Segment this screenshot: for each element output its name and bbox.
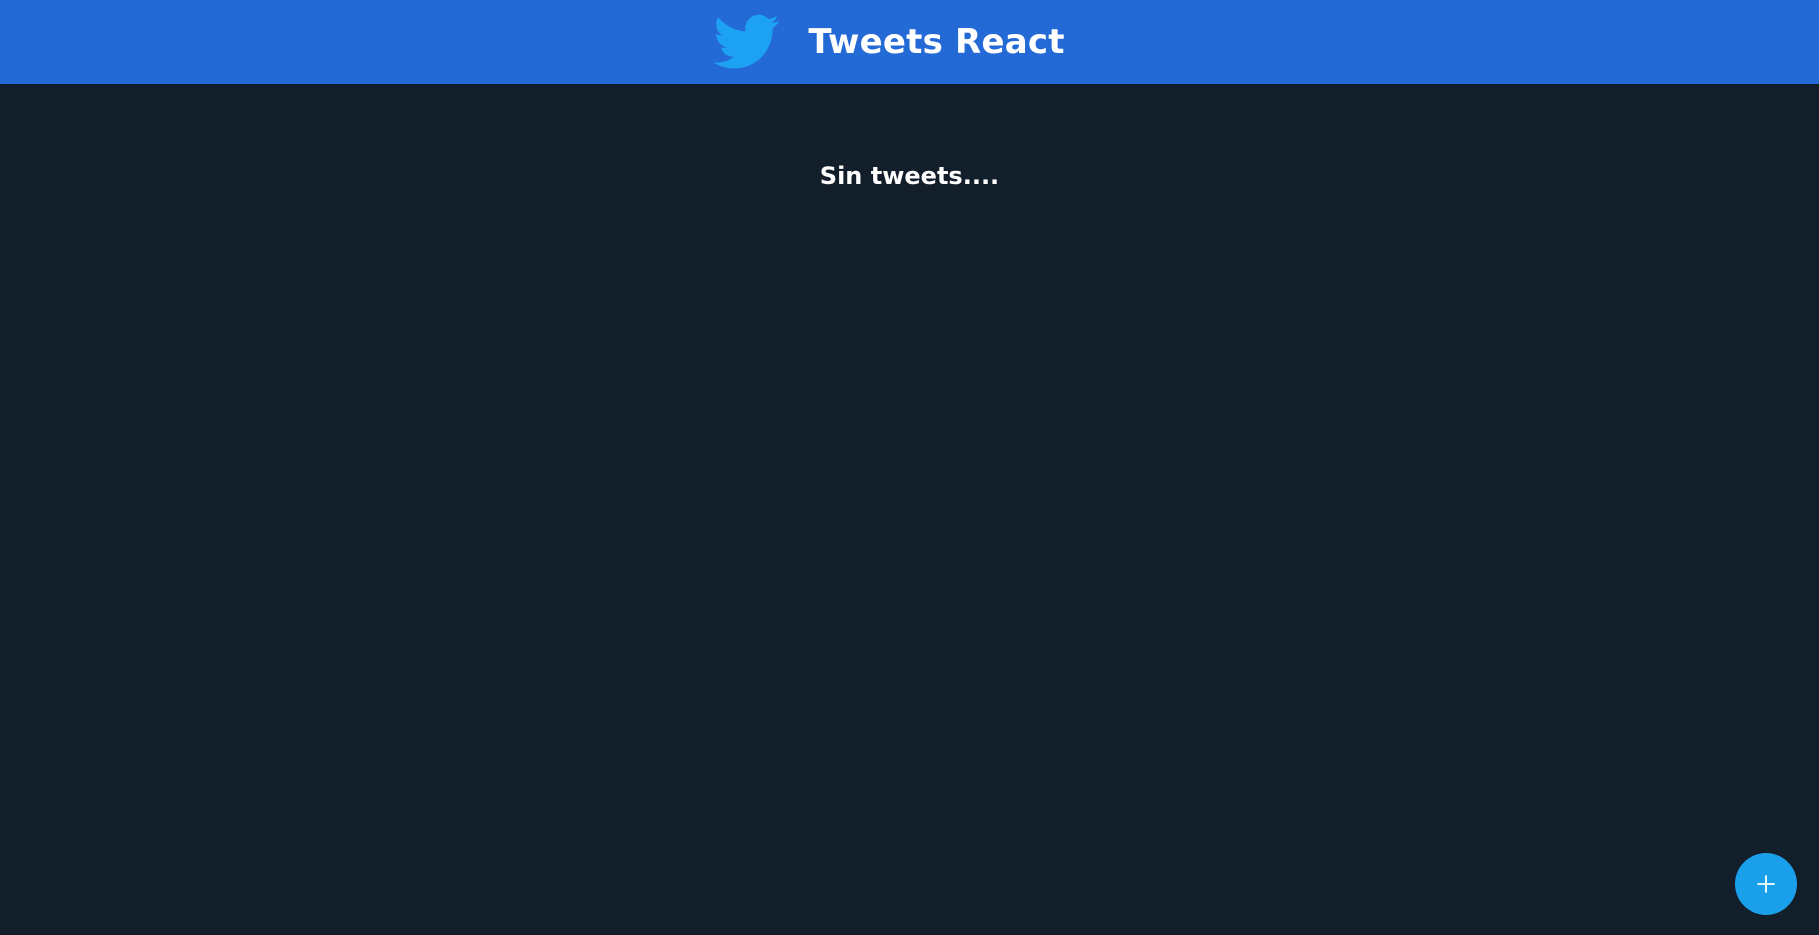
empty-state-message: Sin tweets.... xyxy=(819,162,1000,190)
app-header: Tweets React xyxy=(0,0,1819,84)
app-title: Tweets React xyxy=(808,22,1065,62)
plus-icon xyxy=(1757,875,1775,893)
twitter-bird-icon xyxy=(714,14,780,69)
main-content: Sin tweets.... xyxy=(0,84,1819,935)
brand: Tweets React xyxy=(714,14,1064,70)
add-tweet-button[interactable] xyxy=(1735,853,1797,915)
